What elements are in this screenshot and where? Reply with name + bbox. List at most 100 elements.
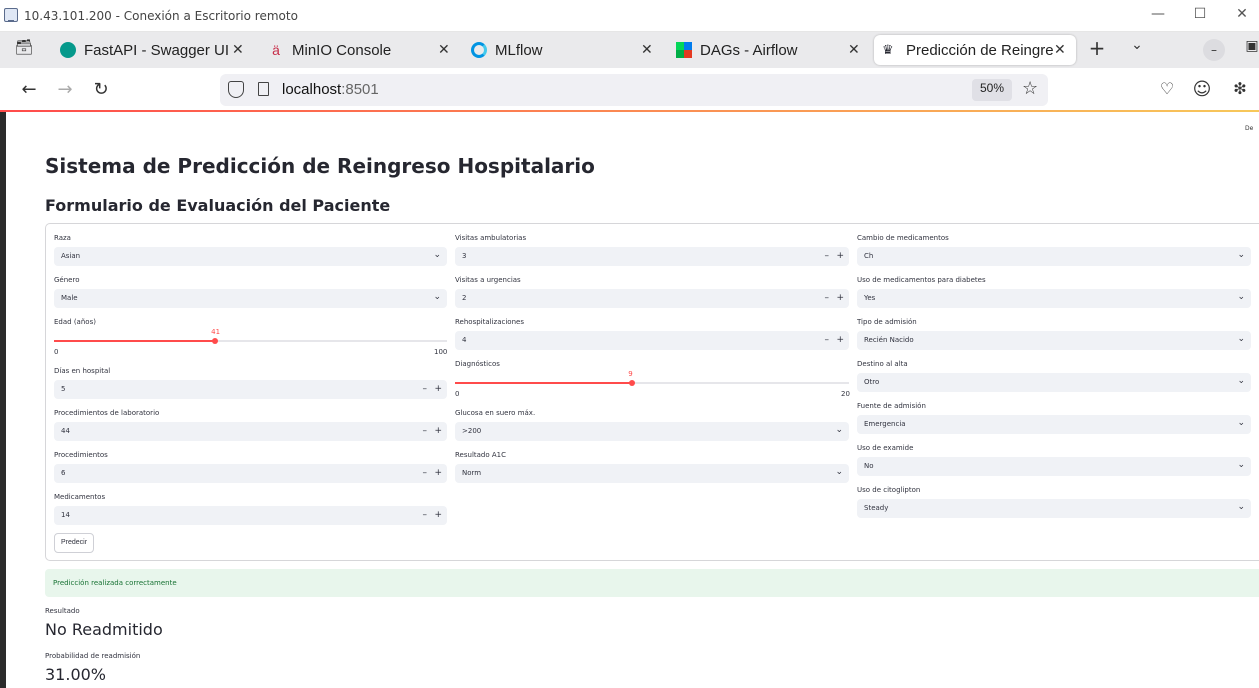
close-tab-icon[interactable]: ✕: [641, 41, 653, 58]
result-value: No Readmitido: [45, 620, 163, 639]
tab-label: MLflow: [495, 41, 543, 59]
diag-slider-fill: [455, 382, 633, 384]
edad-label: Edad (años): [54, 318, 96, 326]
chevron-down-icon: ⌄: [1237, 250, 1245, 260]
result-label: Resultado: [45, 607, 80, 615]
decrement-button[interactable]: –: [423, 384, 428, 394]
tab-minio[interactable]: ӓ MinIO Console ✕: [268, 35, 454, 65]
evaluation-form: Raza Asian ⌄ Género Male ⌄ Edad (años) 41 …: [45, 223, 1259, 561]
fuente-label: Fuente de admisión: [857, 402, 926, 410]
tab-prediccion[interactable]: ♛ Predicción de Reingre ✕: [874, 35, 1076, 65]
increment-button[interactable]: +: [434, 510, 442, 520]
close-tab-icon[interactable]: ✕: [438, 41, 450, 58]
pocket-icon[interactable]: ♡: [1155, 79, 1179, 98]
decrement-button[interactable]: –: [423, 426, 428, 436]
close-tab-icon[interactable]: ✕: [848, 41, 860, 58]
sidebar-edge: [0, 112, 6, 688]
proc-number-input[interactable]: 6– +: [54, 464, 447, 483]
streamlit-icon: ♛: [882, 42, 894, 57]
decrement-button[interactable]: –: [825, 251, 830, 261]
tipo-select[interactable]: Recién Nacido ⌄: [857, 331, 1251, 350]
decrement-button[interactable]: –: [825, 335, 830, 345]
chevron-down-icon: ⌄: [1237, 502, 1245, 512]
account-icon[interactable]: ☺: [1190, 79, 1214, 100]
extensions-icon[interactable]: ❇: [1228, 79, 1252, 98]
decrement-button[interactable]: –: [825, 293, 830, 303]
rehosp-number-input[interactable]: 4– +: [455, 331, 849, 350]
success-message: Predicción realizada correctamente: [53, 579, 177, 587]
proc-label: Procedimientos: [54, 451, 108, 459]
rehosp-label: Rehospitalizaciones: [455, 318, 524, 326]
restore-icon[interactable]: ▣: [1240, 38, 1259, 54]
probability-label: Probabilidad de readmisión: [45, 652, 141, 660]
amb-number-input[interactable]: 3– +: [455, 247, 849, 266]
dias-number-input[interactable]: 5– +: [54, 380, 447, 399]
diag-min: 0: [455, 390, 460, 398]
close-tab-icon[interactable]: ✕: [232, 41, 244, 58]
increment-button[interactable]: +: [836, 251, 844, 261]
destino-select[interactable]: Otro ⌄: [857, 373, 1251, 392]
diabetes-label: Uso de medicamentos para diabetes: [857, 276, 986, 284]
increment-button[interactable]: +: [836, 335, 844, 345]
med-label: Medicamentos: [54, 493, 106, 501]
tab-list-icon[interactable]: 🗃: [12, 38, 36, 56]
tab-airflow[interactable]: DAGs - Airflow ✕: [676, 35, 862, 65]
minimize-icon[interactable]: —: [1146, 6, 1170, 22]
decrement-button[interactable]: –: [423, 468, 428, 478]
cambio-select[interactable]: Ch ⌄: [857, 247, 1251, 266]
citoglipton-label: Uso de citoglipton: [857, 486, 921, 494]
tab-label: DAGs - Airflow: [700, 41, 798, 59]
fuente-select[interactable]: Emergencia ⌄: [857, 415, 1251, 434]
predict-button[interactable]: Predecir: [54, 533, 95, 553]
new-tab-icon[interactable]: +: [1085, 36, 1109, 60]
increment-button[interactable]: +: [434, 384, 442, 394]
urg-label: Visitas a urgencias: [455, 276, 521, 284]
form-subtitle: Formulario de Evaluación del Paciente: [45, 196, 391, 215]
maximize-icon[interactable]: ☐: [1188, 6, 1212, 22]
deploy-button[interactable]: De: [1245, 125, 1253, 132]
tab-fastapi[interactable]: FastAPI - Swagger UI ✕: [60, 35, 246, 65]
edad-slider-handle[interactable]: [212, 338, 219, 344]
remote-desktop-titlebar: 10.43.101.200 - Conexión a Escritorio re…: [0, 0, 1259, 32]
med-number-input[interactable]: 14– +: [54, 506, 447, 525]
remote-desktop-icon: [4, 8, 18, 22]
increment-button[interactable]: +: [836, 293, 844, 303]
tab-label: MinIO Console: [292, 41, 392, 59]
back-arrow-icon[interactable]: ←: [17, 79, 41, 100]
chevron-down-icon: ⌄: [835, 425, 843, 435]
url-text[interactable]: localhost:8501: [282, 81, 379, 98]
close-tab-icon[interactable]: ✕: [1054, 41, 1066, 58]
reload-icon[interactable]: ↻: [89, 79, 113, 100]
a1c-select[interactable]: Norm ⌄: [455, 464, 849, 483]
edad-min: 0: [54, 348, 59, 356]
citoglipton-select[interactable]: Steady ⌄: [857, 499, 1251, 518]
genero-select[interactable]: Male ⌄: [54, 289, 447, 308]
diabetes-select[interactable]: Yes ⌄: [857, 289, 1251, 308]
chevron-down-icon[interactable]: ⌄: [1125, 37, 1149, 53]
minimize-icon[interactable]: –: [1203, 39, 1225, 61]
zoom-level[interactable]: 50%: [972, 79, 1013, 101]
navigation-bar: ← → ↻ localhost:8501 50% ☆ ♡ ☺ ❇: [0, 68, 1259, 112]
glucosa-select[interactable]: >200 ⌄: [455, 422, 849, 441]
decrement-button[interactable]: –: [423, 510, 428, 520]
shield-icon[interactable]: [228, 81, 244, 98]
forward-arrow-icon[interactable]: →: [53, 79, 77, 100]
raza-select[interactable]: Asian ⌄: [54, 247, 447, 266]
close-window-icon[interactable]: ✕: [1230, 6, 1254, 22]
tab-mlflow[interactable]: MLflow ✕: [471, 35, 657, 65]
urg-number-input[interactable]: 2– +: [455, 289, 849, 308]
page-info-icon[interactable]: [258, 82, 269, 96]
success-alert: Predicción realizada correctamente: [45, 569, 1259, 597]
chevron-down-icon: ⌄: [433, 292, 441, 302]
lab-number-input[interactable]: 44– +: [54, 422, 447, 441]
chevron-down-icon: ⌄: [835, 467, 843, 477]
examide-select[interactable]: No ⌄: [857, 457, 1251, 476]
increment-button[interactable]: +: [434, 468, 442, 478]
diag-slider-handle[interactable]: [629, 380, 636, 386]
increment-button[interactable]: +: [434, 426, 442, 436]
edad-slider-fill: [54, 340, 216, 342]
fastapi-icon: [60, 42, 76, 58]
address-bar[interactable]: localhost:8501 50% ☆: [220, 74, 1048, 106]
tab-label: FastAPI - Swagger UI: [84, 41, 230, 59]
bookmark-star-icon[interactable]: ☆: [1022, 78, 1038, 99]
